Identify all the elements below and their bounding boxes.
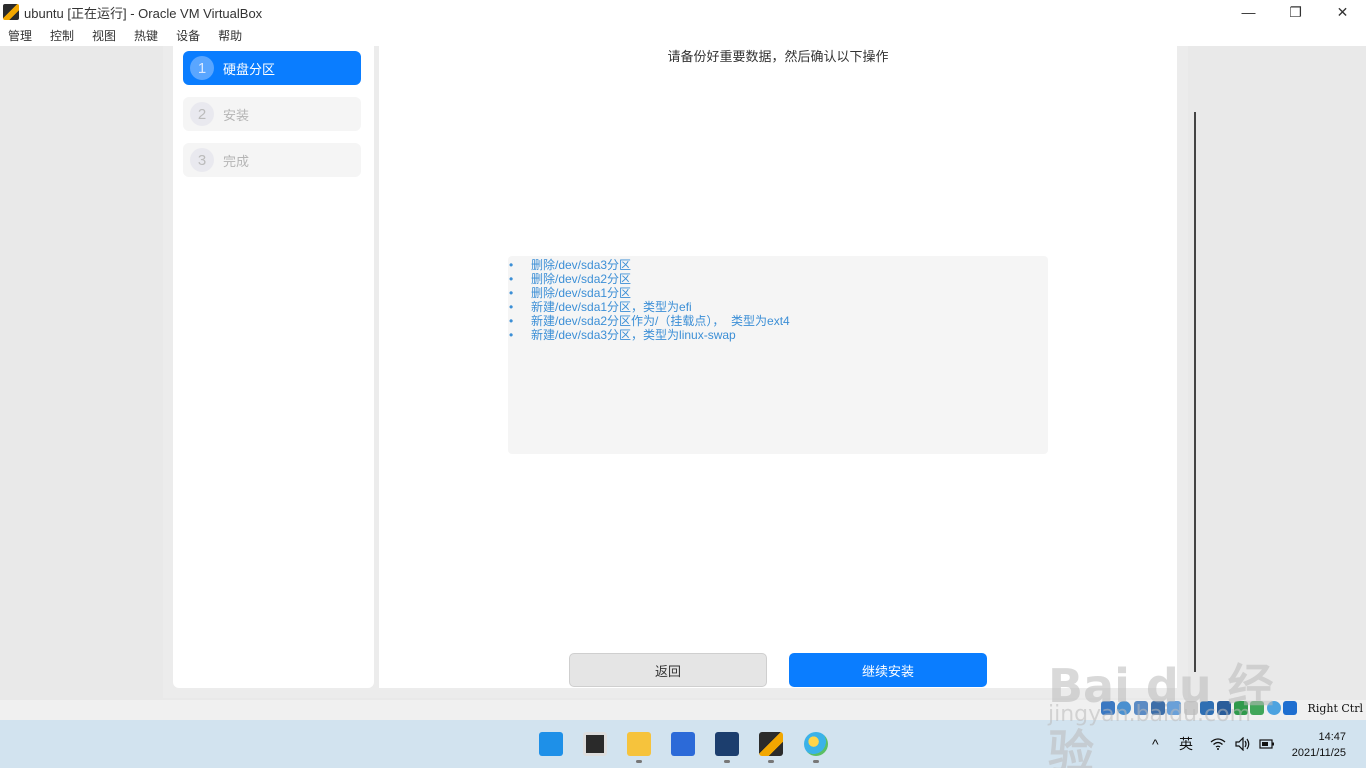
- windows-taskbar: ^ 英 14:47 2021/11/25: [0, 720, 1366, 768]
- optical-drive-icon[interactable]: [1117, 701, 1132, 715]
- continue-install-button[interactable]: 继续安装: [789, 653, 987, 687]
- window-title: ubuntu [正在运行] - Oracle VM VirtualBox: [24, 5, 263, 21]
- wifi-icon[interactable]: [1210, 720, 1226, 768]
- audio-icon[interactable]: [1134, 701, 1149, 715]
- installer-sidebar: 1 硬盘分区 2 安装 3 完成: [173, 46, 374, 688]
- menu-control[interactable]: 控制: [50, 27, 74, 44]
- mouse-integration-icon[interactable]: [1266, 701, 1281, 715]
- operation-text: 新建/dev/sda2分区作为/（挂载点）， 类型为ext4: [531, 314, 790, 328]
- vm-display-area: 1 硬盘分区 2 安装 3 完成 请备份好重要数据，然后确认以下操作 • 删除/d…: [0, 46, 1366, 700]
- list-item: • 删除/dev/sda3分区: [509, 258, 632, 272]
- network-icon[interactable]: [1150, 701, 1165, 715]
- menu-hotkeys[interactable]: 热键: [134, 27, 158, 44]
- video-capture-icon[interactable]: [1217, 701, 1232, 715]
- menu-manage[interactable]: 管理: [8, 27, 32, 44]
- menu-view[interactable]: 视图: [92, 27, 116, 44]
- running-indicator: [813, 760, 819, 763]
- file-explorer-icon[interactable]: [627, 732, 651, 756]
- operation-text: 新建/dev/sda3分区，类型为linux-swap: [531, 328, 736, 342]
- shared-folders-icon[interactable]: [1183, 701, 1198, 715]
- hard-disk-icon[interactable]: [1100, 701, 1115, 715]
- virtualbox-app-icon: [3, 4, 19, 20]
- ime-indicator[interactable]: 英: [1179, 720, 1193, 768]
- close-button[interactable]: ✕: [1319, 0, 1366, 24]
- clock-time: 14:47: [1318, 731, 1346, 743]
- step-install[interactable]: 2 安装: [183, 97, 361, 131]
- clock-date: 2021/11/25: [1291, 747, 1346, 759]
- menu-devices[interactable]: 设备: [176, 27, 200, 44]
- menu-bar: 管理 控制 视图 热键 设备 帮助: [0, 24, 1366, 46]
- system-clock[interactable]: 14:47 2021/11/25: [1292, 729, 1346, 761]
- step-label: 硬盘分区: [223, 61, 276, 77]
- keyboard-icon[interactable]: [1283, 701, 1298, 715]
- battery-icon[interactable]: [1259, 720, 1275, 768]
- list-item: • 新建/dev/sda1分区，类型为efi: [509, 300, 692, 314]
- tray-overflow-chevron[interactable]: ^: [1152, 720, 1159, 768]
- minimize-button[interactable]: —: [1225, 0, 1272, 24]
- vm-screen[interactable]: 1 硬盘分区 2 安装 3 完成 请备份好重要数据，然后确认以下操作 • 删除/d…: [163, 46, 1188, 698]
- step-number: 2: [190, 102, 214, 126]
- window-controls: — ❐ ✕: [1225, 0, 1366, 24]
- running-indicator: [768, 760, 774, 763]
- maximize-button[interactable]: ❐: [1272, 0, 1319, 24]
- backup-warning-headline: 请备份好重要数据，然后确认以下操作: [667, 49, 889, 64]
- virtualbox-vm-icon[interactable]: [759, 732, 783, 756]
- list-item: • 新建/dev/sda3分区，类型为linux-swap: [509, 328, 736, 342]
- running-indicator: [636, 760, 642, 763]
- task-view-icon[interactable]: [583, 732, 607, 756]
- display-icon[interactable]: [1200, 701, 1215, 715]
- step-label: 完成: [223, 153, 250, 169]
- cpu-icon[interactable]: [1250, 701, 1265, 715]
- status-icons: [1100, 701, 1300, 715]
- installer-main-panel: 请备份好重要数据，然后确认以下操作 • 删除/dev/sda3分区 • 删除/dev…: [379, 46, 1177, 688]
- operation-text: 删除/dev/sda2分区: [531, 272, 632, 286]
- usb-icon[interactable]: [1167, 701, 1182, 715]
- step-finish[interactable]: 3 完成: [183, 143, 361, 177]
- step-number: 1: [190, 56, 214, 80]
- step-disk-partition[interactable]: 1 硬盘分区: [183, 51, 361, 85]
- list-item: • 删除/dev/sda2分区: [509, 272, 632, 286]
- paint-icon[interactable]: [804, 732, 828, 756]
- store-icon[interactable]: [671, 732, 695, 756]
- list-item: • 删除/dev/sda1分区: [509, 286, 632, 300]
- vertical-scrollbar[interactable]: [1194, 112, 1196, 672]
- list-item: • 新建/dev/sda2分区作为/（挂载点）， 类型为ext4: [509, 314, 790, 328]
- running-indicator: [724, 760, 730, 763]
- back-button[interactable]: 返回: [569, 653, 767, 687]
- start-icon[interactable]: [539, 732, 563, 756]
- window-title-bar: ubuntu [正在运行] - Oracle VM VirtualBox — ❐…: [0, 0, 1366, 24]
- volume-icon[interactable]: [1235, 720, 1251, 768]
- virtualbox-icon[interactable]: [715, 732, 739, 756]
- menu-help[interactable]: 帮助: [218, 27, 242, 44]
- recording-icon[interactable]: [1233, 701, 1248, 715]
- step-label: 安装: [223, 107, 250, 123]
- operation-text: 新建/dev/sda1分区，类型为efi: [531, 300, 692, 314]
- operation-text: 删除/dev/sda3分区: [531, 258, 632, 272]
- vm-status-bar: Right Ctrl: [0, 700, 1366, 720]
- step-number: 3: [190, 148, 214, 172]
- partition-operations-box: • 删除/dev/sda3分区 • 删除/dev/sda2分区 • 删除/dev/sd…: [508, 256, 1048, 454]
- host-key-label: Right Ctrl: [1307, 702, 1363, 715]
- operation-text: 删除/dev/sda1分区: [531, 286, 632, 300]
